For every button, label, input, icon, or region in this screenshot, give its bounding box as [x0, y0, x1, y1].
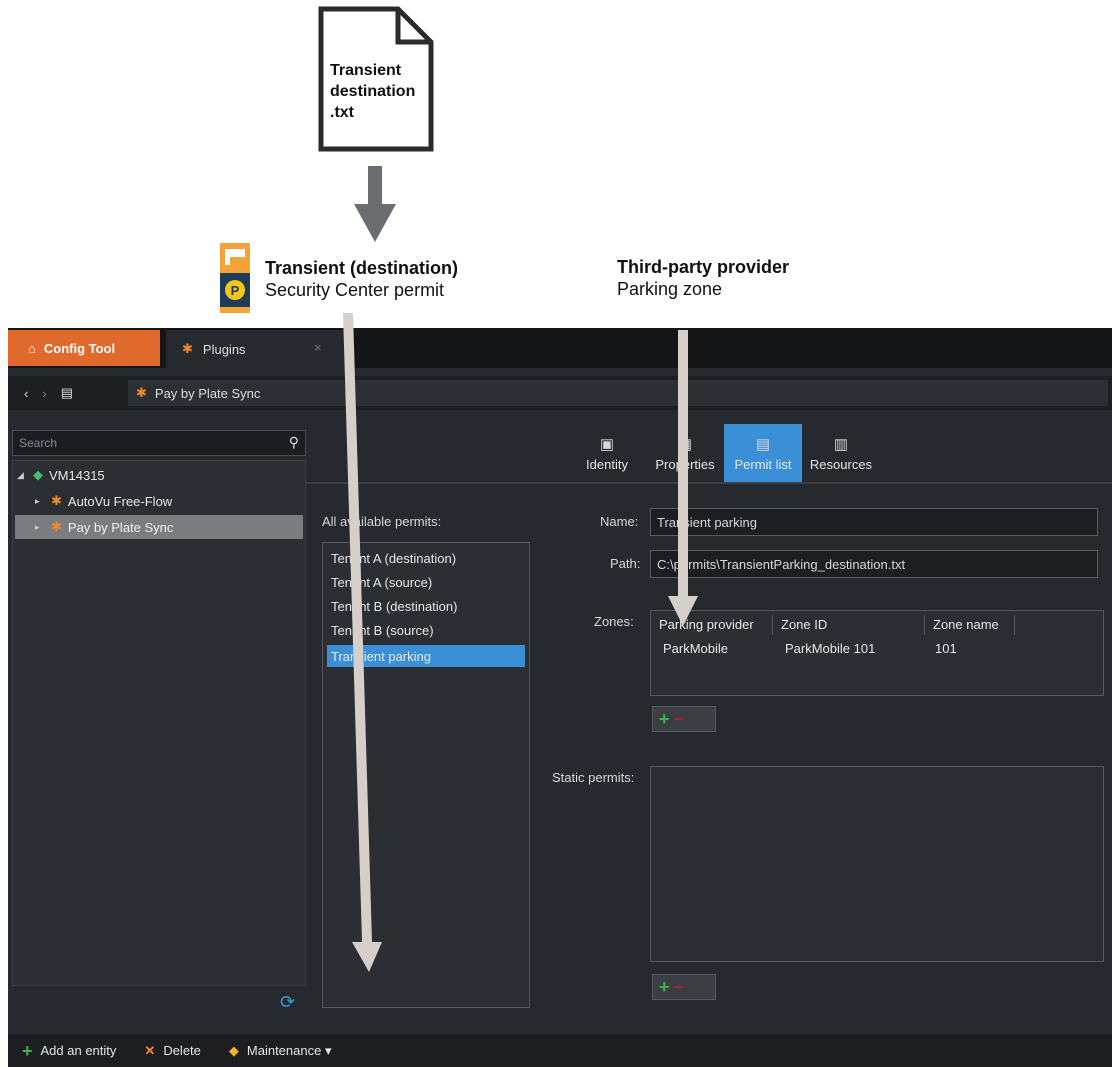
plugin-icon: ✱: [51, 519, 62, 534]
tab-properties[interactable]: ▦ Properties: [646, 424, 724, 482]
table-cell[interactable]: ParkMobile 101: [785, 641, 875, 656]
name-field[interactable]: Transient parking: [650, 508, 1098, 536]
properties-icon: ▦: [677, 435, 693, 453]
path-field[interactable]: C:\permits\TransientParking_destination.…: [650, 550, 1098, 578]
permits-list: Tenant A (destination) Tenant A (source)…: [322, 542, 530, 1008]
down-arrow-icon: [354, 166, 396, 242]
tree-item-label: Pay by Plate Sync: [67, 519, 174, 535]
zone-add-remove-buttons: + −: [652, 706, 716, 732]
zones-label: Zones:: [594, 614, 634, 629]
column-header[interactable]: Parking provider: [651, 615, 773, 635]
table-cell[interactable]: ParkMobile: [663, 641, 728, 656]
filter-pin-icon[interactable]: ⚲: [289, 434, 299, 451]
maintenance-icon: ◆: [228, 1042, 239, 1058]
plugin-icon: ✱: [182, 341, 193, 356]
column-header[interactable]: Zone name: [925, 615, 1015, 635]
close-icon[interactable]: ×: [314, 340, 322, 355]
remove-static-permit-button[interactable]: −: [674, 978, 685, 996]
provider-zone-annotation: Third-party provider Parking zone: [617, 256, 789, 300]
refresh-icon[interactable]: ⟳: [280, 992, 295, 1013]
permit-icon: P: [220, 243, 250, 313]
tab-permit-list[interactable]: ▤ Permit list: [724, 424, 802, 482]
list-item[interactable]: Tenant A (destination): [327, 547, 525, 569]
add-static-permit-button[interactable]: +: [659, 978, 670, 996]
annotation-title: Transient (destination): [265, 258, 459, 278]
tab-label: Identity: [586, 456, 628, 472]
collapse-icon[interactable]: ▸: [35, 522, 45, 533]
plugin-icon: ✱: [136, 385, 147, 400]
tree-item-label: AutoVu Free-Flow: [67, 493, 173, 509]
entity-tree: ◢ ◆ VM14315 ▸ ✱ AutoVu Free-Flow ▸ ✱ Pay…: [12, 460, 306, 986]
transient-permit-annotation: Transient (destination) Security Center …: [265, 257, 458, 301]
permit-list-icon: ▤: [755, 435, 771, 453]
breadcrumb-label[interactable]: Pay by Plate Sync: [155, 386, 261, 401]
tab-label: Plugins: [202, 341, 246, 357]
tab-divider: [306, 482, 1112, 484]
tree-item-pay-by-plate[interactable]: ▸ ✱ Pay by Plate Sync: [15, 515, 303, 539]
delete-button[interactable]: ✕ Delete: [144, 1043, 200, 1059]
button-label: Delete: [163, 1043, 201, 1058]
tab-label: Properties: [655, 456, 715, 472]
remove-zone-button[interactable]: −: [674, 710, 685, 728]
bottom-toolbar: + Add an entity ✕ Delete ◆ Maintenance ▾: [8, 1034, 1112, 1067]
add-zone-button[interactable]: +: [659, 710, 670, 728]
add-entity-button[interactable]: + Add an entity: [22, 1042, 116, 1060]
button-label: Add an entity: [40, 1043, 117, 1058]
list-item[interactable]: Tenant B (source): [327, 619, 525, 641]
tree-item-label: VM14315: [49, 467, 105, 483]
collapse-icon[interactable]: ▸: [35, 496, 45, 507]
search-placeholder: Search: [19, 436, 58, 450]
tab-label: Resources: [809, 456, 873, 472]
navigation-bar: ‹ › ▤ ✱ Pay by Plate Sync: [8, 376, 1112, 410]
list-item[interactable]: Tenant B (destination): [327, 595, 525, 617]
delete-icon: ✕: [144, 1042, 156, 1058]
home-icon: ⌂: [28, 340, 36, 356]
search-input[interactable]: Search ⚲: [12, 430, 306, 456]
forward-icon[interactable]: ›: [42, 386, 46, 401]
tab-identity[interactable]: ▣ Identity: [568, 424, 646, 482]
server-icon: ◆: [33, 467, 43, 482]
main-tabs: ▣ Identity ▦ Properties ▤ Permit list ▥ …: [568, 424, 880, 482]
table-cell[interactable]: 101: [935, 641, 957, 656]
resources-icon: ▥: [833, 435, 849, 453]
name-label: Name:: [600, 514, 639, 529]
plus-icon: +: [22, 1040, 33, 1061]
tab-resources[interactable]: ▥ Resources: [802, 424, 880, 482]
expand-icon[interactable]: ◢: [17, 470, 27, 481]
document-filename: Transient destination .txt: [330, 62, 416, 121]
zones-table: Parking provider Zone ID Zone name ParkM…: [650, 610, 1104, 696]
tree-item-root[interactable]: ◢ ◆ VM14315: [17, 463, 297, 487]
static-permits-list[interactable]: [650, 766, 1104, 962]
tab-config-tool[interactable]: ⌂ Config Tool: [8, 330, 160, 366]
permits-label: All available permits:: [322, 514, 442, 529]
map-icon[interactable]: ▤: [61, 385, 73, 401]
maintenance-button[interactable]: ◆ Maintenance ▾: [229, 1043, 332, 1059]
annotation-title: Third-party provider: [617, 257, 790, 277]
tab-label: Config Tool: [43, 340, 116, 356]
column-header[interactable]: Zone ID: [773, 615, 925, 635]
back-icon[interactable]: ‹: [24, 386, 28, 401]
app-window: ⌂ Config Tool ✱ Plugins × ‹ › ▤ ✱ Pay by…: [8, 328, 1112, 1067]
annotation-subtitle: Parking zone: [617, 279, 723, 299]
button-label: Maintenance ▾: [246, 1042, 332, 1058]
identity-icon: ▣: [599, 435, 615, 453]
list-item-selected[interactable]: Transient parking: [327, 645, 525, 667]
static-permits-label: Static permits:: [552, 770, 635, 785]
static-add-remove-buttons: + −: [652, 974, 716, 1000]
tab-label: Permit list: [734, 456, 792, 472]
path-label: Path:: [610, 556, 641, 571]
page: Transient destination .txt P Transient (…: [0, 0, 1112, 1067]
annotation-subtitle: Security Center permit: [265, 280, 445, 300]
breadcrumb: ✱ Pay by Plate Sync: [128, 380, 1108, 406]
list-item[interactable]: Tenant A (source): [327, 571, 525, 593]
plugin-icon: ✱: [51, 493, 62, 508]
tab-bar: ⌂ Config Tool ✱ Plugins ×: [8, 328, 1112, 368]
svg-text:P: P: [231, 283, 240, 298]
tree-item-autovu[interactable]: ▸ ✱ AutoVu Free-Flow: [35, 489, 295, 513]
